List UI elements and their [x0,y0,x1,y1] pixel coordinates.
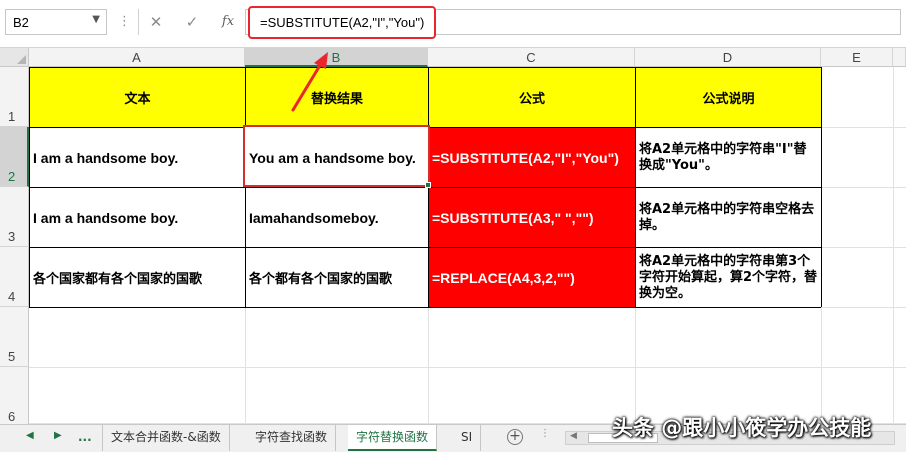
watermark: 头条 @跟小小筱学办公技能 [612,416,872,440]
column-header-b[interactable]: B [245,48,428,67]
cell-d4[interactable]: 将A2单元格中的字符串第3个字符开始算起，算2个字符，替换为空。 [636,248,821,307]
cell-a4[interactable]: 各个国家都有各个国家的国歌 [30,248,245,307]
worksheet-grid[interactable]: A B C D E 1 2 3 4 5 6 文本 替换结果 公式 公式说明 I … [0,48,906,424]
column-header-c[interactable]: C [428,48,635,67]
fill-handle[interactable] [425,182,431,188]
header-cell-c1[interactable]: 公式 [429,68,635,127]
cell-c2[interactable]: =SUBSTITUTE(A2,"I","You") [429,128,635,187]
row-header-4[interactable]: 4 [0,247,29,307]
insert-function-icon[interactable]: fx [218,11,238,33]
select-all-button[interactable] [0,48,29,67]
cell-d2[interactable]: 将A2单元格中的字符串"I"替换成"You"。 [636,128,821,187]
row-header-2[interactable]: 2 [0,127,29,187]
gridline [635,307,636,424]
table-border [29,307,821,308]
cell-a2[interactable]: I am a handsome boy. [30,128,245,187]
gridline [428,307,429,424]
cancel-icon[interactable]: ✕ [146,11,166,33]
header-cell-a1[interactable]: 文本 [30,68,245,127]
formula-highlight-box: =SUBSTITUTE(A2,"I","You") [248,6,436,39]
formula-text: =SUBSTITUTE(A2,"I","You") [260,15,425,30]
gridline [821,187,906,188]
enter-icon[interactable]: ✓ [182,11,202,33]
column-header-f[interactable] [893,48,906,67]
row-header-1[interactable]: 1 [0,67,29,127]
gridline [893,67,894,424]
header-cell-b1[interactable]: 替换结果 [246,68,428,127]
gridline [821,247,906,248]
column-header-e[interactable]: E [821,48,893,67]
row-header-5[interactable]: 5 [0,307,29,367]
add-sheet-icon[interactable]: + [507,429,523,445]
tab-split-handle[interactable]: ⋮ [540,428,550,439]
gridline [821,307,906,308]
more-sheets-button[interactable]: ... [70,425,100,451]
row-header-3[interactable]: 3 [0,187,29,247]
table-border [29,127,821,128]
table-border [821,67,822,307]
header-cell-d1[interactable]: 公式说明 [636,68,821,127]
cell-c4[interactable]: =REPLACE(A4,3,2,"") [429,248,635,307]
scroll-left-icon[interactable]: ◀ [570,431,577,441]
cell-c3[interactable]: =SUBSTITUTE(A3," ","") [429,188,635,247]
previous-sheet-icon[interactable]: ◀ [26,430,34,441]
table-border [29,247,821,248]
gridline [821,127,906,128]
gridline [29,367,906,368]
formula-bar: B2 ▼ ⋮ ✕ ✓ fx =SUBSTITUTE(A2,"I","You") [0,0,906,48]
name-box-value: B2 [13,15,29,30]
cell-b3[interactable]: Iamahandsomeboy. [246,188,428,247]
gridline [245,307,246,424]
chevron-down-icon[interactable]: ▼ [92,14,100,25]
divider [138,9,139,35]
more-icon: ⋮ [118,14,131,29]
cell-a3[interactable]: I am a handsome boy. [30,188,245,247]
cell-d3[interactable]: 将A2单元格中的字符串空格去掉。 [636,188,821,247]
row-header-6[interactable]: 6 [0,367,29,424]
next-sheet-icon[interactable]: ▶ [54,430,62,441]
tab-char-replace[interactable]: 字符替换函数 [348,425,438,451]
column-header-d[interactable]: D [635,48,821,67]
column-header-a[interactable]: A [29,48,245,67]
cell-b2[interactable]: You am a handsome boy. [246,128,428,187]
tab-text-merge[interactable]: 文本合并函数-&函数 [102,425,230,451]
tab-char-find[interactable]: 字符查找函数 [247,425,337,451]
gridline [821,307,822,424]
name-box[interactable]: B2 ▼ [5,9,107,35]
tab-si[interactable]: SI [453,425,482,451]
cell-b4[interactable]: 各个都有各个国家的国歌 [246,248,428,307]
